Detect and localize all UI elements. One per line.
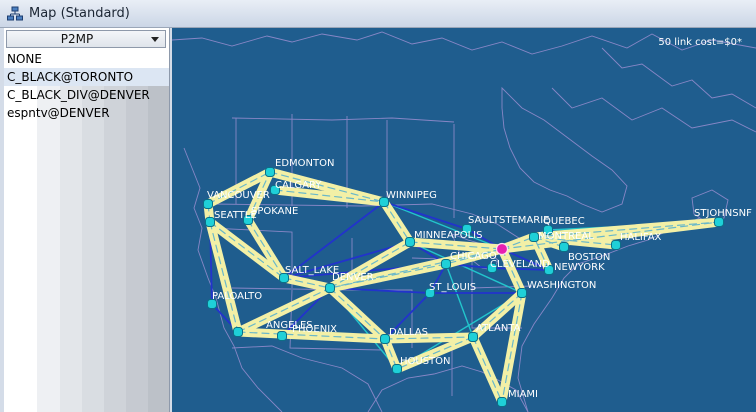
list-item-espntv-denver[interactable]: espntv@DENVER bbox=[4, 104, 169, 122]
panel-background bbox=[4, 76, 169, 412]
city-label-spokane: SPOKANE bbox=[251, 206, 298, 217]
map-background bbox=[172, 28, 756, 412]
city-label-cleveland: CLEVELAND bbox=[490, 259, 550, 270]
connection-list: NONE C_BLACK@TORONTO C_BLACK_DIV@DENVER … bbox=[4, 50, 169, 122]
city-label-atlanta: ATLANTA bbox=[476, 323, 521, 334]
node-edmonton[interactable] bbox=[265, 167, 275, 177]
city-label-montreal: MONTREAL bbox=[538, 231, 594, 242]
list-item-c-black-toronto[interactable]: C_BLACK@TORONTO bbox=[4, 68, 169, 86]
city-label-halifax: HALIFAX bbox=[620, 232, 662, 243]
window-title: Map (Standard) bbox=[29, 6, 130, 21]
network-map-icon bbox=[7, 6, 23, 21]
city-label-chicago: CHICAGO bbox=[450, 251, 497, 262]
city-label-edmonton: EDMONTON bbox=[275, 158, 334, 169]
title-bar: Map (Standard) bbox=[0, 0, 756, 28]
city-label-saultstemarie: SAULTSTEMARIE bbox=[468, 215, 549, 226]
city-label-st_louis: ST_LOUIS bbox=[429, 282, 476, 293]
map-canvas[interactable]: EDMONTONCALGARYVANCOUVERSEATTLESPOKANEWI… bbox=[172, 28, 756, 412]
node-toronto-source[interactable] bbox=[495, 242, 509, 256]
city-label-vancouver: VANCOUVER bbox=[207, 190, 270, 201]
link-cost-label: 50 link cost=$0* bbox=[658, 37, 742, 48]
city-label-winnipeg: WINNIPEG bbox=[386, 190, 437, 201]
node-washington[interactable] bbox=[517, 288, 527, 298]
node-phoenix[interactable] bbox=[277, 331, 287, 341]
city-label-quebec: QUEBEC bbox=[543, 216, 585, 227]
city-label-dallas: DALLAS bbox=[389, 327, 428, 338]
list-item-none[interactable]: NONE bbox=[4, 50, 169, 68]
city-label-miami: MIAMI bbox=[508, 389, 538, 400]
city-label-paloalto: PALOALTO bbox=[212, 291, 262, 302]
chevron-down-icon[interactable] bbox=[151, 37, 159, 42]
city-label-stjohnsnf: STJOHNSNF bbox=[694, 208, 752, 219]
network-map[interactable]: EDMONTON CALGARY VANCOUVER SEATTLE SPOKANE WI… bbox=[172, 28, 756, 412]
city-label-newyork: NEWYORK bbox=[554, 262, 605, 273]
p2mp-panel: P2MP NONE C_BLACK@TORONTO C_BLACK_DIV@DE… bbox=[4, 28, 170, 412]
city-label-houston: HOUSTON bbox=[400, 356, 451, 367]
city-label-minneapolis: MINNEAPOLIS bbox=[414, 230, 482, 241]
p2mp-dropdown-value: P2MP bbox=[60, 32, 94, 46]
node-boston[interactable] bbox=[559, 242, 569, 252]
node-losangeles[interactable] bbox=[233, 327, 243, 337]
city-label-denver: DENVER bbox=[332, 272, 374, 283]
list-item-c-black-div-denver[interactable]: C_BLACK_DIV@DENVER bbox=[4, 86, 169, 104]
city-label-washington: WASHINGTON bbox=[527, 280, 596, 291]
node-miami[interactable] bbox=[497, 397, 507, 407]
map-window: Map (Standard) P2MP NONE C_BLACK@TORONTO… bbox=[0, 0, 756, 412]
node-denver[interactable] bbox=[325, 283, 335, 293]
city-label-phoenix: PHOENIX bbox=[292, 324, 337, 335]
city-label-calgary: CALGARY bbox=[275, 180, 322, 191]
p2mp-dropdown[interactable]: P2MP bbox=[6, 30, 166, 48]
